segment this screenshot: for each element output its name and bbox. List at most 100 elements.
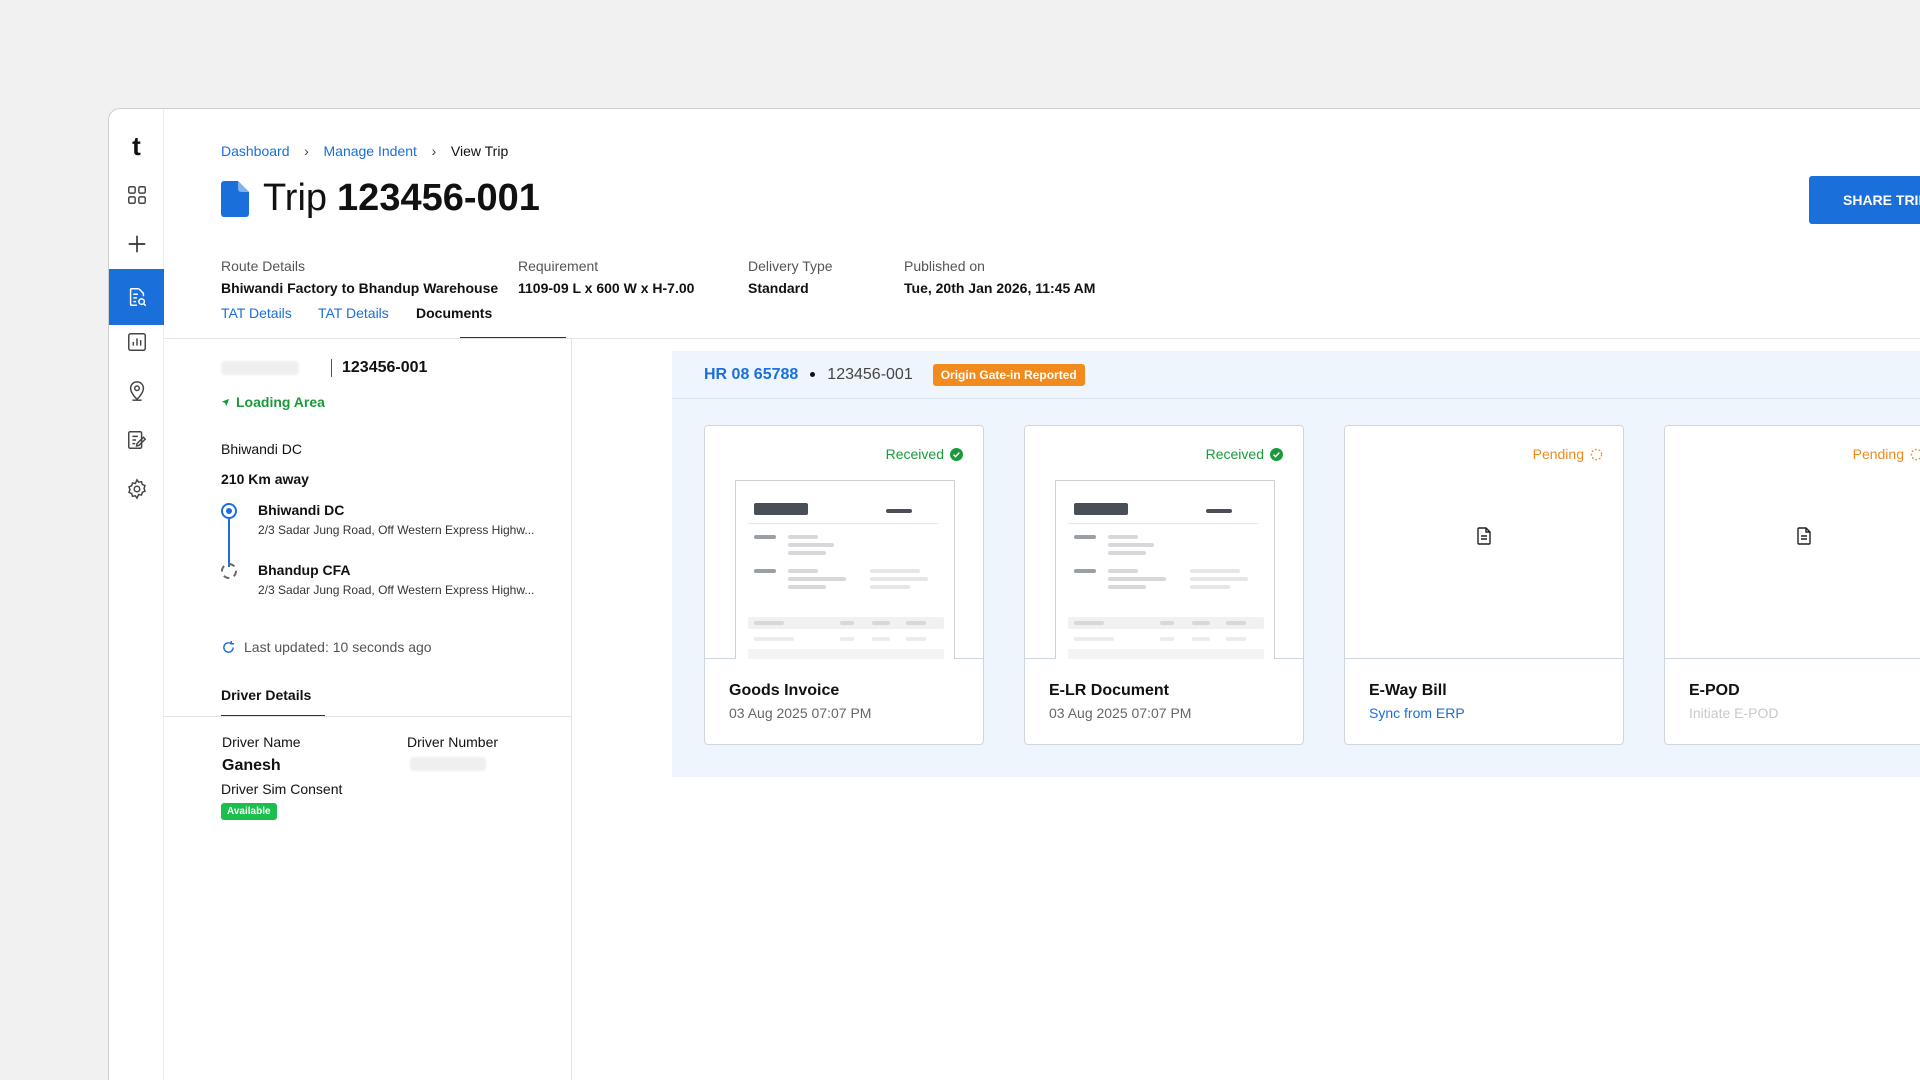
nav-create[interactable] [109,216,164,272]
stop-name: Bhandup CFA [258,562,351,578]
redacted-driver-number [410,757,486,771]
document-card-goods-invoice[interactable]: Received Goods Invoice 03 Aug 2025 07:07… [704,425,984,745]
trip-summary-panel: 123456-001 Loading Area Bhiwandi DC 210 … [164,339,572,1080]
tab-tat-details-1[interactable]: TAT Details [221,305,292,321]
sidebar: t [109,109,164,1080]
initiate-epod-link: Initiate E-POD [1689,705,1779,721]
trip-id-row: 123456-001 [221,359,427,377]
title-trip-id: 123456-001 [337,177,540,219]
trip-id: 123456-001 [342,359,428,376]
current-location: Bhiwandi DC [221,441,302,457]
breadcrumb-view-trip: View Trip [450,143,509,159]
check-circle-icon [1270,447,1283,461]
breadcrumb: Dashboard › Manage Indent › View Trip [221,143,508,159]
check-circle-icon [950,447,963,461]
stop-address: 2/3 Sadar Jung Road, Off Western Express… [258,523,535,537]
document-title: E-LR Document [1049,682,1169,699]
logo-letter: t [132,131,141,161]
received-status: Received [886,446,963,462]
file-placeholder [1345,526,1623,551]
delivery-type: Delivery Type Standard [748,258,833,296]
plus-icon [128,235,145,253]
file-text-icon [1797,527,1811,545]
delivery-type-label: Delivery Type [748,258,833,274]
app-window: t Dashboard › Manage Indent › View Trip [108,108,1920,1080]
tab-tat-details-2[interactable]: TAT Details [318,305,389,321]
pending-status: Pending [1853,446,1920,462]
requirement-value: 1109-09 L x 600 W x H-7.00 [518,280,695,296]
share-trip-button[interactable]: SHARE TRIP [1809,176,1920,224]
chart-icon [127,333,146,351]
sync-from-erp-link[interactable]: Sync from ERP [1369,705,1465,721]
documents-panel: HR 08 65788 123456-001 Origin Gate-in Re… [672,351,1920,777]
document-title: E-Way Bill [1369,682,1447,699]
status-label: Pending [1852,446,1904,462]
driver-name-value: Ganesh [222,757,281,774]
tab-documents[interactable]: Documents [416,305,492,321]
status-badge: Origin Gate-in Reported [932,363,1085,386]
file-placeholder [1665,526,1920,551]
location-pin-icon [129,381,144,401]
stop-address: 2/3 Sadar Jung Road, Off Western Express… [258,583,535,597]
route-details-label: Route Details [221,258,306,274]
navigation-arrow-icon [221,398,230,406]
document-card-elr[interactable]: Received E-LR Document 03 Aug 2025 07:07… [1024,425,1304,745]
chevron-right-icon: › [431,143,437,159]
loading-area-label: Loading Area [236,394,325,410]
elr-thumbnail [1055,480,1275,659]
app-logo[interactable]: t [109,131,164,161]
requirement: Requirement 1109-09 L x 600 W x H-7.00 [518,258,694,296]
document-trip-id: 123456-001 [827,365,913,383]
last-updated-text: Last updated: 10 seconds ago [244,639,432,655]
refresh-icon[interactable] [221,640,236,655]
published-on: Published on Tue, 20th Jan 2026, 11:45 A… [904,258,1095,296]
published-on-label: Published on [904,258,985,274]
pending-status: Pending [1533,446,1603,462]
driver-sim-consent-label: Driver Sim Consent [221,781,343,797]
loading-area-status: Loading Area [221,394,325,410]
sim-consent-badge: Available [221,803,277,820]
page-title: Trip 123456-001 [221,177,540,220]
document-card-epod[interactable]: Pending E-POD Initiate E-POD [1664,425,1920,745]
nav-locations[interactable] [109,363,164,419]
divider [331,359,332,377]
published-on-value: Tue, 20th Jan 2026, 11:45 AM [904,280,1096,296]
grid-icon [127,186,146,204]
documents-header: HR 08 65788 123456-001 Origin Gate-in Re… [672,351,1920,399]
breadcrumb-dashboard[interactable]: Dashboard [221,143,290,159]
status-label: Received [1205,446,1264,462]
requirement-label: Requirement [518,258,599,274]
status-label: Pending [1532,446,1584,462]
route-details: Route Details Bhiwandi Factory to Bhandu… [221,258,498,296]
separator-dot [810,372,816,377]
delivery-type-value: Standard [748,280,809,296]
document-card-eway-bill[interactable]: Pending E-Way Bill Sync from ERP [1344,425,1624,745]
tab-driver-details[interactable]: Driver Details [221,687,311,703]
pending-spinner-icon [1910,448,1920,460]
pending-spinner-icon [1590,448,1603,460]
distance-away: 210 Km away [221,471,309,487]
breadcrumb-manage-indent[interactable]: Manage Indent [324,143,417,159]
file-text-icon [1477,527,1491,545]
nav-settings[interactable] [109,461,164,517]
title-prefix: Trip [263,177,328,219]
origin-marker-icon [221,503,237,519]
received-status: Received [1206,446,1283,462]
status-label: Received [885,446,944,462]
last-updated: Last updated: 10 seconds ago [221,639,432,655]
route-details-value: Bhiwandi Factory to Bhandup Warehouse [221,280,499,296]
vehicle-number[interactable]: HR 08 65788 [704,366,798,384]
route-line [228,519,230,567]
stop-name: Bhiwandi DC [258,502,345,518]
nav-edit[interactable] [109,412,164,468]
driver-number-label: Driver Number [407,734,499,750]
document-icon [221,180,249,217]
driver-divider [164,716,572,717]
nav-dashboard[interactable] [109,167,164,223]
destination-marker-icon [221,563,237,579]
gear-icon [127,478,146,500]
nav-reports[interactable] [109,314,164,370]
document-date: 03 Aug 2025 07:07 PM [729,705,872,721]
edit-note-icon [127,431,146,449]
document-date: 03 Aug 2025 07:07 PM [1049,705,1192,721]
